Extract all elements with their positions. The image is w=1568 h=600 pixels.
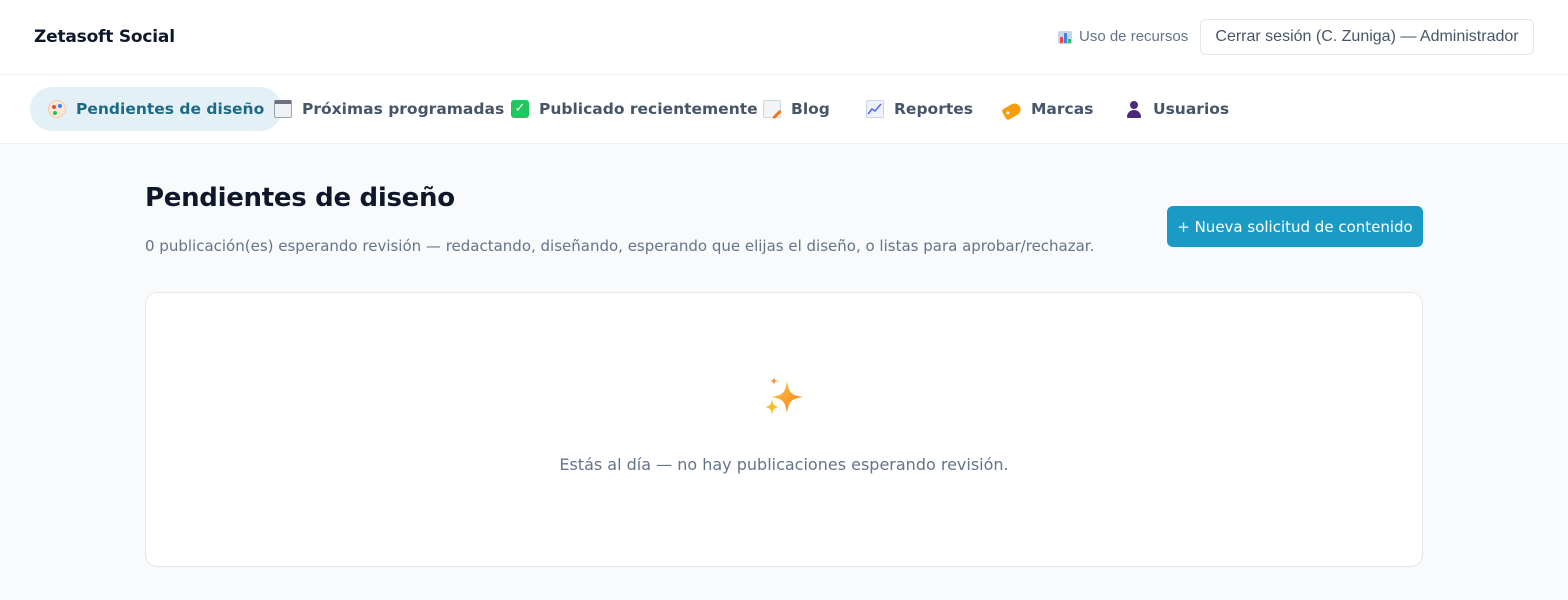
tab-usuarios[interactable]: Usuarios [1107,87,1247,131]
sparkles-icon [765,377,803,415]
page-title: Pendientes de diseño [145,183,455,213]
tab-label: Marcas [1031,100,1094,118]
check-icon: ✓ [511,100,529,118]
tab-label: Pendientes de diseño [76,100,265,118]
tab-proximas-programadas[interactable]: Próximas programadas [256,87,522,131]
memo-icon [763,100,781,118]
user-icon [1125,100,1143,118]
calendar-icon [274,100,292,118]
tab-label: Próximas programadas [302,100,505,118]
tab-label: Publicado recientemente [539,100,758,118]
usage-label: Uso de recursos [1079,28,1189,45]
tab-label: Usuarios [1153,100,1230,118]
tab-pendientes-de-diseno[interactable]: Pendientes de diseño [30,87,283,131]
tab-publicado-recientemente[interactable]: ✓ Publicado recientemente [493,87,776,131]
page-subtitle: 0 publicación(es) esperando revisión — r… [145,237,1095,255]
main-nav: Pendientes de diseño Próximas programada… [0,75,1568,144]
tab-label: Blog [791,100,830,118]
logout-button[interactable]: Cerrar sesión (C. Zuniga) — Administrado… [1200,19,1534,55]
palette-icon [48,100,66,118]
tab-marcas[interactable]: Marcas [985,87,1111,131]
empty-state-card: Estás al día — no hay publicaciones espe… [145,292,1423,567]
empty-state-message: Estás al día — no hay publicaciones espe… [559,455,1009,474]
top-bar: Zetasoft Social Uso de recursos Cerrar s… [0,0,1568,75]
tab-reportes[interactable]: Reportes [848,87,991,131]
tab-label: Reportes [894,100,973,118]
usage-link[interactable]: Uso de recursos [1058,28,1188,45]
line-chart-icon [866,100,884,118]
tag-icon [1001,100,1023,121]
bar-chart-icon [1058,30,1072,44]
tab-blog[interactable]: Blog [745,87,848,131]
new-content-request-button[interactable]: + Nueva solicitud de contenido [1167,206,1423,247]
brand-title[interactable]: Zetasoft Social [34,27,175,47]
